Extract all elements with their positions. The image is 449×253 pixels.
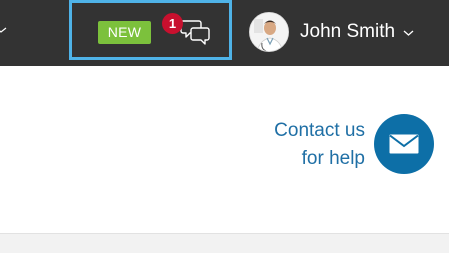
user-name[interactable]: John Smith (300, 20, 395, 44)
page-footer-band (0, 233, 449, 253)
chat-bubbles-icon[interactable] (180, 16, 212, 48)
contact-line-2: for help (301, 148, 365, 169)
chevron-down-icon[interactable] (0, 20, 8, 36)
chevron-down-icon[interactable] (403, 29, 414, 37)
contact-us-link[interactable]: Contact us for help (274, 117, 365, 173)
top-navigation-bar: NEW 1 John Smith (0, 0, 449, 66)
envelope-icon (389, 134, 419, 154)
new-badge[interactable]: NEW (98, 21, 151, 44)
contact-mail-button[interactable] (374, 114, 434, 174)
user-photo (250, 13, 288, 51)
unread-count-badge: 1 (162, 13, 183, 34)
avatar[interactable] (249, 12, 289, 52)
contact-line-1: Contact us (274, 120, 365, 141)
